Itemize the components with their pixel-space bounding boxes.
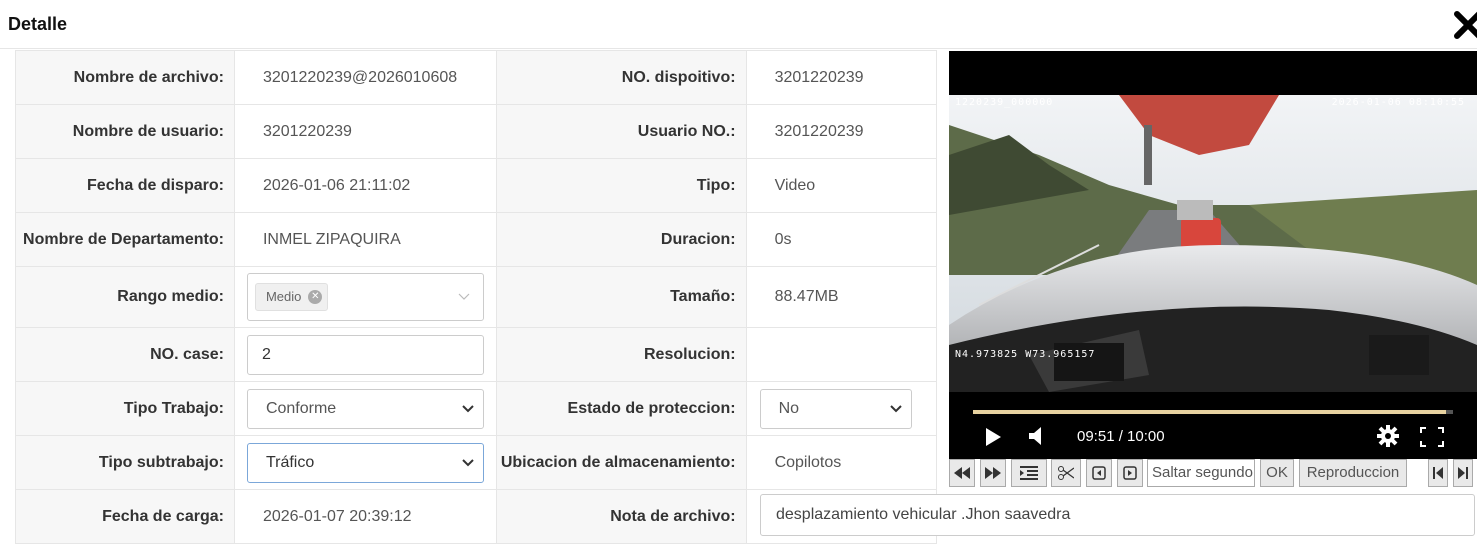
chevron-down-icon — [890, 404, 902, 412]
play-icon[interactable] — [985, 428, 1001, 446]
label-resolucion: Resolucion: — [495, 327, 747, 382]
detail-table: Nombre de archivo: 3201220239@2026010608… — [15, 50, 938, 544]
tipo-trabajo-cell: Conforme — [233, 381, 497, 436]
rango-medio-multiselect[interactable]: Medio ✕ — [246, 273, 484, 321]
label-fecha-carga: Fecha de carga: — [15, 489, 235, 544]
value-nombre-usuario: 3201220239 — [233, 104, 497, 159]
progress-bar[interactable] — [973, 410, 1453, 414]
estado-proteccion-cell: No — [745, 381, 938, 436]
value-ubicacion: Copilotos — [745, 435, 938, 490]
label-nombre-archivo: Nombre de archivo: — [15, 50, 235, 105]
label-tipo: Tipo: — [495, 158, 747, 213]
value-fecha-carga: 2026-01-07 20:39:12 — [233, 489, 497, 544]
estado-proteccion-select[interactable]: No — [759, 388, 912, 429]
player-toolbar: Saltar segundo OK Reproduccion — [949, 459, 1477, 489]
tipo-subtrabajo-select[interactable]: Tráfico — [246, 442, 484, 483]
value-no-dispositivo: 3201220239 — [745, 50, 938, 105]
volume-icon[interactable] — [1029, 426, 1047, 446]
rewind-button[interactable] — [949, 459, 975, 487]
value-usuario-no: 3201220239 — [745, 104, 938, 159]
prev-frame-button[interactable] — [1086, 459, 1112, 487]
label-departamento: Nombre de Departamento: — [15, 212, 235, 267]
video-frame[interactable]: 1220239_000000 2026-01-06 08:10:55 N4.97… — [949, 95, 1477, 392]
chevron-down-icon — [461, 458, 474, 466]
label-tipo-trabajo: Tipo Trabajo: — [15, 381, 235, 436]
label-no-dispositivo: NO. dispoitivo: — [495, 50, 747, 105]
scissors-icon — [1058, 466, 1074, 480]
list-button[interactable] — [1011, 459, 1047, 487]
chevron-down-icon — [458, 293, 470, 300]
value-duracion: 0s — [745, 212, 938, 267]
label-estado-proteccion: Estado de proteccion: — [495, 381, 747, 436]
ok-button[interactable]: OK — [1260, 459, 1294, 487]
rewind-icon — [954, 467, 970, 479]
playback-button[interactable]: Reproduccion — [1299, 459, 1407, 487]
label-nota-archivo: Nota de archivo: — [495, 489, 747, 544]
skip-start-button[interactable] — [1428, 459, 1448, 487]
skip-start-icon — [1433, 467, 1443, 479]
video-player[interactable]: 1220239_000000 2026-01-06 08:10:55 N4.97… — [949, 51, 1477, 459]
remove-tag-icon[interactable]: ✕ — [308, 290, 323, 304]
gear-icon[interactable] — [1377, 425, 1399, 447]
label-fecha-disparo: Fecha de disparo: — [15, 158, 235, 213]
no-case-input[interactable]: 2 — [246, 334, 484, 375]
label-tamano: Tamaño: — [495, 266, 747, 328]
label-rango-medio: Rango medio: — [15, 266, 235, 328]
tipo-subtrabajo-selected: Tráfico — [265, 453, 315, 471]
value-fecha-disparo: 2026-01-06 21:11:02 — [233, 158, 497, 213]
dialog-title: Detalle — [8, 14, 68, 34]
value-resolucion — [745, 327, 938, 382]
time-display: 09:51 / 10:00 — [1077, 428, 1165, 445]
osd-datetime: 2026-01-06 08:10:55 — [1331, 97, 1465, 108]
label-ubicacion: Ubicacion de almacenamiento: — [495, 435, 747, 490]
value-departamento: INMEL ZIPAQUIRA — [233, 212, 497, 267]
tipo-trabajo-selected: Conforme — [265, 399, 337, 417]
fast-forward-button[interactable] — [980, 459, 1006, 487]
no-case-cell: 2 — [233, 327, 497, 382]
skip-end-icon — [1458, 467, 1468, 479]
progress-fill — [973, 410, 1446, 414]
fast-forward-icon — [985, 467, 1001, 479]
prev-frame-icon — [1092, 466, 1106, 480]
label-tipo-subtrabajo: Tipo subtrabajo: — [15, 435, 235, 490]
label-usuario-no: Usuario NO.: — [495, 104, 747, 159]
label-duracion: Duracion: — [495, 212, 747, 267]
osd-gps: N4.973825 W73.965157 — [955, 349, 1096, 360]
next-frame-icon — [1123, 466, 1137, 480]
nota-archivo-input[interactable]: desplazamiento vehicular .Jhon saavedra — [760, 494, 1475, 536]
label-no-case: NO. case: — [15, 327, 235, 382]
tipo-subtrabajo-cell: Tráfico — [233, 435, 497, 490]
next-frame-button[interactable] — [1117, 459, 1143, 487]
osd-file-id: 1220239_000000 — [955, 97, 1054, 108]
dialog-header: Detalle — [0, 0, 1477, 49]
fullscreen-icon[interactable] — [1420, 427, 1444, 447]
value-tipo: Video — [745, 158, 938, 213]
cut-button[interactable] — [1051, 459, 1081, 487]
estado-proteccion-selected: No — [778, 399, 800, 417]
list-indent-icon — [1020, 466, 1038, 480]
tipo-trabajo-select[interactable]: Conforme — [246, 388, 484, 429]
value-nombre-archivo: 3201220239@2026010608 — [233, 50, 497, 105]
dashcam-frame-image — [949, 95, 1477, 392]
chevron-down-icon — [461, 404, 474, 412]
seek-seconds-input[interactable]: Saltar segundo — [1147, 459, 1255, 487]
rango-medio-cell: Medio ✕ — [233, 266, 497, 328]
value-tamano: 88.47MB — [745, 266, 938, 328]
rango-medio-tag: Medio ✕ — [254, 283, 329, 311]
close-icon[interactable] — [1451, 8, 1477, 42]
skip-end-button[interactable] — [1453, 459, 1473, 487]
rango-medio-tag-label: Medio — [265, 289, 302, 304]
label-nombre-usuario: Nombre de usuario: — [15, 104, 235, 159]
